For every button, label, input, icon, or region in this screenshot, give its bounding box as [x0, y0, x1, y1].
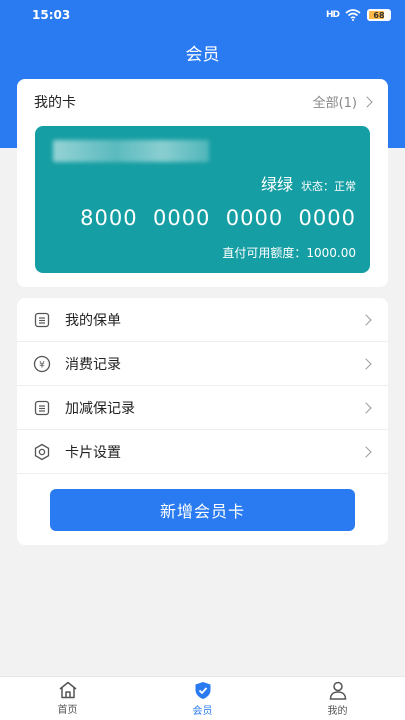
menu-label: 卡片设置 [65, 444, 121, 461]
signal-icon: HD [325, 10, 340, 20]
tab-home[interactable]: 首页 [0, 677, 135, 720]
status-bar: 15:03 HD 68 [0, 0, 405, 30]
my-card-panel: 我的卡 全部(1) 绿绿 状态：正常 8000 0000 0000 0000 直… [17, 79, 388, 287]
battery-level: 68 [373, 10, 385, 20]
menu-label: 加减保记录 [65, 400, 135, 417]
all-cards-label: 全部(1) [312, 96, 357, 111]
all-cards-link[interactable]: 全部(1) [312, 92, 373, 111]
tab-mine[interactable]: 我的 [270, 677, 405, 720]
card-limit: 直付可用额度：1000.00 [222, 246, 356, 260]
menu-item-consumption-records[interactable]: ¥ 消费记录 [17, 342, 388, 386]
battery-icon: 68 [367, 9, 391, 21]
card-name-row: 绿绿 状态：正常 [261, 171, 356, 195]
chevron-right-icon [361, 95, 373, 108]
menu-label: 我的保单 [65, 312, 121, 329]
home-icon [59, 681, 76, 699]
tab-label: 首页 [57, 705, 78, 716]
document-icon [33, 399, 51, 417]
document-icon [33, 311, 51, 329]
menu-label: 消费记录 [65, 356, 121, 373]
chevron-right-icon [360, 313, 372, 326]
shield-check-icon [195, 681, 210, 699]
menu-item-card-settings[interactable]: 卡片设置 [17, 430, 388, 474]
menu-item-insurance-change-records[interactable]: 加减保记录 [17, 386, 388, 430]
menu-panel: 我的保单 ¥ 消费记录 加减保记录 卡片设置 新增会员卡 [17, 298, 388, 545]
chevron-right-icon [360, 357, 372, 370]
gear-icon [33, 443, 51, 461]
tab-label: 会员 [192, 705, 213, 717]
add-member-card-button[interactable]: 新增会员卡 [50, 489, 355, 531]
yen-circle-icon: ¥ [33, 355, 51, 373]
chevron-right-icon [360, 401, 372, 414]
my-card-label: 我的卡 [34, 94, 76, 111]
my-card-header: 我的卡 全部(1) [17, 79, 388, 124]
menu-item-my-policy[interactable]: 我的保单 [17, 298, 388, 342]
member-card[interactable]: 绿绿 状态：正常 8000 0000 0000 0000 直付可用额度：1000… [35, 126, 370, 273]
wifi-icon [345, 9, 361, 21]
bottom-tab-bar: 首页 会员 我的 [0, 676, 405, 720]
status-time: 15:03 [32, 8, 71, 22]
person-icon [329, 681, 346, 700]
status-icons: HD 68 [326, 9, 391, 21]
card-holder-name: 绿绿 [260, 175, 293, 194]
tab-label: 我的 [327, 705, 348, 717]
card-number: 8000 0000 0000 0000 [80, 206, 356, 230]
chevron-right-icon [360, 445, 372, 458]
tab-member[interactable]: 会员 [135, 677, 270, 720]
masked-info [53, 140, 209, 162]
card-status: 状态：正常 [301, 180, 356, 193]
svg-text:¥: ¥ [39, 360, 45, 370]
page-title: 会员 [185, 45, 220, 65]
